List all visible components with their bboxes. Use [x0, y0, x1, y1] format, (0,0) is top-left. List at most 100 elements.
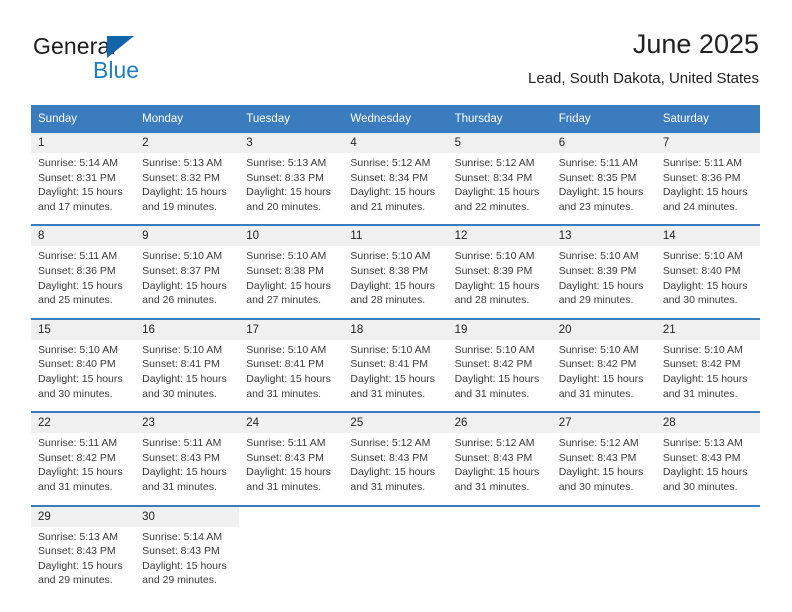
- day-number-cell[interactable]: 20: [551, 317, 656, 340]
- day-detail-cell[interactable]: Sunrise: 5:11 AM Sunset: 8:43 PM Daylight:…: [135, 433, 240, 506]
- daylight-text-line2: and 19 minutes.: [142, 200, 217, 213]
- day-number-cell[interactable]: 18: [343, 317, 448, 340]
- sunset-text: Sunset: 8:43 PM: [142, 545, 220, 558]
- day-detail-cell[interactable]: Sunrise: 5:11 AM Sunset: 8:36 PM Daylight:…: [31, 246, 136, 319]
- day-detail-cell[interactable]: Sunrise: 5:10 AM Sunset: 8:39 PM Daylight:…: [447, 246, 552, 319]
- daylight-text-line1: Daylight: 15 hours: [350, 466, 436, 479]
- sunset-text: Sunset: 8:42 PM: [454, 358, 533, 371]
- weekday-header-sunday: Sunday: [31, 105, 136, 133]
- daylight-text-line2: and 30 minutes.: [142, 387, 217, 400]
- day-number-cell[interactable]: 15: [31, 317, 136, 340]
- daylight-text-line1: Daylight: 15 hours: [350, 279, 436, 292]
- day-detail-cell[interactable]: Sunrise: 5:11 AM Sunset: 8:36 PM Daylight:…: [655, 153, 760, 226]
- sunrise-text: Sunrise: 5:10 AM: [454, 250, 535, 263]
- day-detail-cell[interactable]: Sunrise: 5:12 AM Sunset: 8:43 PM Daylight:…: [551, 433, 656, 506]
- sunset-text: Sunset: 8:31 PM: [38, 171, 116, 184]
- day-number-cell[interactable]: 30: [135, 504, 240, 527]
- day-detail-cell[interactable]: Sunrise: 5:12 AM Sunset: 8:43 PM Daylight:…: [447, 433, 552, 506]
- day-number-cell[interactable]: 24: [239, 411, 344, 434]
- day-number-cell[interactable]: 12: [447, 224, 552, 247]
- day-number-cell[interactable]: 8: [31, 224, 136, 247]
- daylight-text-line1: Daylight: 15 hours: [142, 372, 227, 385]
- day-detail-cell[interactable]: Sunrise: 5:12 AM Sunset: 8:34 PM Daylight:…: [447, 153, 552, 226]
- day-number-cell[interactable]: 2: [135, 133, 240, 153]
- sunset-text: Sunset: 8:39 PM: [454, 264, 533, 277]
- day-detail-cell[interactable]: Sunrise: 5:10 AM Sunset: 8:41 PM Daylight:…: [239, 339, 344, 413]
- daylight-text-line1: Daylight: 15 hours: [558, 279, 644, 292]
- day-number-cell[interactable]: 28: [655, 411, 760, 434]
- day-number-cell[interactable]: 29: [31, 504, 136, 527]
- sunrise-text: Sunrise: 5:14 AM: [38, 157, 118, 169]
- day-number-cell[interactable]: 23: [135, 411, 240, 434]
- day-detail-cell[interactable]: Sunrise: 5:10 AM Sunset: 8:40 PM Daylight:…: [31, 339, 136, 413]
- day-detail-cell[interactable]: Sunrise: 5:12 AM Sunset: 8:43 PM Daylight:…: [343, 433, 448, 506]
- general-blue-logo[interactable]: General Blue: [33, 33, 213, 91]
- sunset-text: Sunset: 8:43 PM: [246, 451, 324, 464]
- day-detail-cell[interactable]: Sunrise: 5:10 AM Sunset: 8:42 PM Daylight:…: [447, 339, 552, 413]
- daylight-text-line1: Daylight: 15 hours: [142, 279, 227, 292]
- day-detail-cell[interactable]: Sunrise: 5:10 AM Sunset: 8:39 PM Daylight:…: [551, 246, 656, 319]
- day-number-cell[interactable]: 21: [655, 317, 760, 340]
- day-number-cell[interactable]: 1: [31, 133, 136, 153]
- daylight-text-line1: Daylight: 15 hours: [350, 372, 436, 385]
- day-detail-cell[interactable]: Sunrise: 5:10 AM Sunset: 8:40 PM Daylight:…: [655, 246, 760, 319]
- sunrise-text: Sunrise: 5:12 AM: [454, 157, 535, 169]
- sunset-text: Sunset: 8:43 PM: [142, 451, 220, 464]
- day-number-cell[interactable]: 13: [551, 224, 656, 247]
- day-number-cell[interactable]: 4: [343, 133, 448, 153]
- sunrise-text: Sunrise: 5:14 AM: [142, 530, 223, 543]
- day-number-cell[interactable]: 27: [551, 411, 656, 434]
- sunrise-text: Sunrise: 5:13 AM: [662, 437, 743, 450]
- sunrise-text: Sunrise: 5:11 AM: [142, 437, 222, 450]
- day-number-cell[interactable]: 16: [135, 317, 240, 340]
- day-detail-cell[interactable]: Sunrise: 5:11 AM Sunset: 8:35 PM Daylight:…: [551, 153, 656, 226]
- day-number-cell[interactable]: 22: [31, 411, 136, 434]
- daylight-text-line1: Daylight: 15 hours: [246, 279, 331, 292]
- day-detail-cell[interactable]: Sunrise: 5:10 AM Sunset: 8:42 PM Daylight:…: [655, 339, 760, 413]
- day-detail-cell[interactable]: Sunrise: 5:13 AM Sunset: 8:32 PM Daylight:…: [135, 153, 240, 226]
- day-number-cell[interactable]: 14: [655, 224, 760, 247]
- day-detail-cell[interactable]: Sunrise: 5:10 AM Sunset: 8:41 PM Daylight:…: [135, 339, 240, 413]
- week-daynumber-row: 22 23 24 25 26 27 28: [31, 411, 760, 434]
- day-number-cell[interactable]: 7: [655, 133, 760, 153]
- day-detail-cell[interactable]: Sunrise: 5:10 AM Sunset: 8:38 PM Daylight:…: [343, 246, 448, 319]
- empty-day-detail-cell: [343, 526, 448, 598]
- daylight-text-line2: and 31 minutes.: [246, 480, 321, 493]
- weekday-header-saturday: Saturday: [655, 105, 760, 133]
- day-number-cell[interactable]: 6: [551, 133, 656, 153]
- sunset-text: Sunset: 8:41 PM: [350, 358, 429, 371]
- day-number-cell[interactable]: 19: [447, 317, 552, 340]
- sunrise-text: Sunrise: 5:12 AM: [350, 157, 431, 169]
- day-number-cell[interactable]: 10: [239, 224, 344, 247]
- day-detail-cell[interactable]: Sunrise: 5:10 AM Sunset: 8:42 PM Daylight:…: [551, 339, 656, 413]
- day-number-cell[interactable]: 26: [447, 411, 552, 434]
- daylight-text-line1: Daylight: 15 hours: [454, 279, 540, 292]
- day-number-cell[interactable]: 17: [239, 317, 344, 340]
- day-detail-cell[interactable]: Sunrise: 5:11 AM Sunset: 8:43 PM Daylight:…: [239, 433, 344, 506]
- day-number-cell[interactable]: 25: [343, 411, 448, 434]
- week-detail-row: Sunrise: 5:11 AM Sunset: 8:36 PM Daylight:…: [31, 246, 760, 319]
- day-detail-cell[interactable]: Sunrise: 5:10 AM Sunset: 8:37 PM Daylight:…: [135, 246, 240, 319]
- day-detail-cell[interactable]: Sunrise: 5:13 AM Sunset: 8:33 PM Daylight:…: [239, 153, 344, 226]
- weekday-header-tuesday: Tuesday: [239, 105, 344, 133]
- weekday-header-monday: Monday: [135, 105, 240, 133]
- day-detail-cell[interactable]: Sunrise: 5:13 AM Sunset: 8:43 PM Daylight:…: [31, 526, 136, 598]
- daylight-text-line2: and 31 minutes.: [558, 387, 634, 400]
- sunrise-text: Sunrise: 5:10 AM: [350, 250, 431, 263]
- day-detail-cell[interactable]: Sunrise: 5:14 AM Sunset: 8:43 PM Daylight:…: [135, 526, 240, 598]
- sunset-text: Sunset: 8:42 PM: [38, 451, 116, 464]
- day-detail-cell[interactable]: Sunrise: 5:10 AM Sunset: 8:41 PM Daylight:…: [343, 339, 448, 413]
- day-number-cell[interactable]: 9: [135, 224, 240, 247]
- day-detail-cell[interactable]: Sunrise: 5:11 AM Sunset: 8:42 PM Daylight:…: [31, 433, 136, 506]
- day-detail-cell[interactable]: Sunrise: 5:12 AM Sunset: 8:34 PM Daylight:…: [343, 153, 448, 226]
- sunrise-text: Sunrise: 5:10 AM: [350, 343, 431, 356]
- day-detail-cell[interactable]: Sunrise: 5:14 AM Sunset: 8:31 PM Daylight:…: [31, 153, 136, 226]
- day-number-cell[interactable]: 5: [447, 133, 552, 153]
- day-number-cell[interactable]: 3: [239, 133, 344, 153]
- day-detail-cell[interactable]: Sunrise: 5:10 AM Sunset: 8:38 PM Daylight:…: [239, 246, 344, 319]
- sunset-text: Sunset: 8:43 PM: [558, 451, 637, 464]
- daylight-text-line2: and 31 minutes.: [454, 387, 530, 400]
- day-number-cell[interactable]: 11: [343, 224, 448, 247]
- daylight-text-line2: and 28 minutes.: [454, 294, 530, 307]
- day-detail-cell[interactable]: Sunrise: 5:13 AM Sunset: 8:43 PM Daylight:…: [655, 433, 760, 506]
